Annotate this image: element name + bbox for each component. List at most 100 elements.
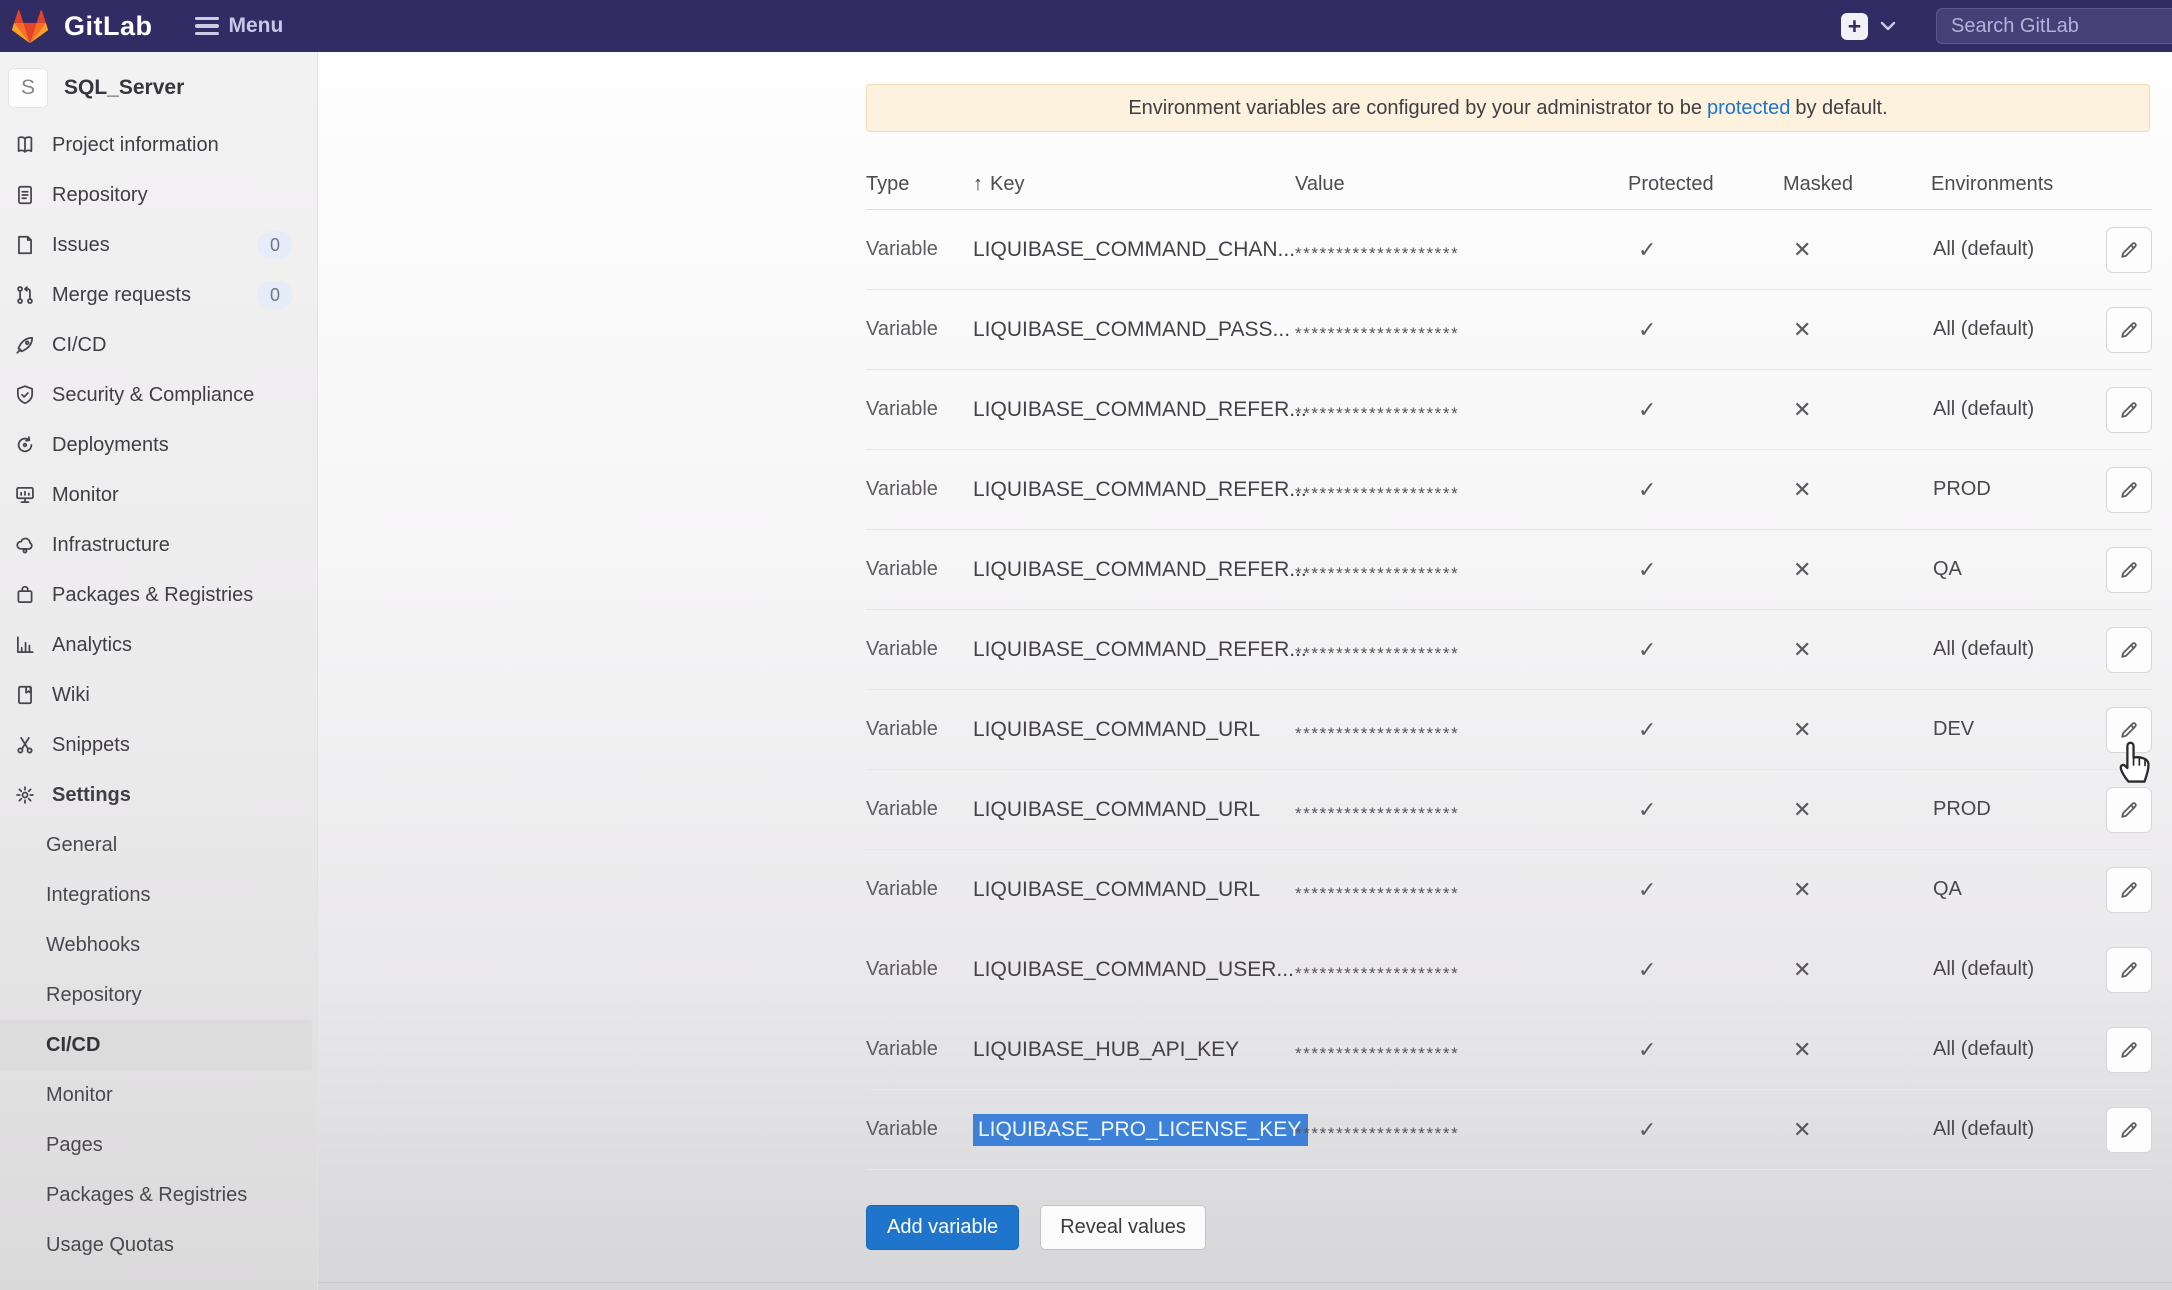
sidebar-item-label: Monitor <box>52 484 119 507</box>
sidebar-item-label: Snippets <box>52 734 130 757</box>
table-row: VariableLIQUIBASE_COMMAND_REFER...******… <box>866 450 2152 530</box>
count-badge: 0 <box>257 231 293 259</box>
masked-cross-icon: ✕ <box>1783 317 1931 343</box>
sidebar-item-snippets[interactable]: Snippets <box>0 720 317 770</box>
variable-key-text: LIQUIBASE_COMMAND_REFER... <box>973 398 1307 421</box>
variable-key-cell: LIQUIBASE_COMMAND_REFER... <box>973 558 1295 582</box>
reveal-values-button[interactable]: Reveal values <box>1040 1205 1206 1250</box>
sort-ascending-icon: ↑ <box>973 173 983 196</box>
edit-cell <box>2088 947 2152 993</box>
table-row: VariableLIQUIBASE_COMMAND_USER...*******… <box>866 930 2152 1010</box>
sidebar-item-monitor[interactable]: Monitor <box>0 470 317 520</box>
table-row: VariableLIQUIBASE_COMMAND_REFER...******… <box>866 370 2152 450</box>
sidebar: S SQL_Server Project information Reposito… <box>0 52 318 1290</box>
environment-scope-cell: All (default) <box>1931 318 2088 341</box>
variable-key-cell: LIQUIBASE_COMMAND_PASS... <box>973 318 1295 342</box>
search-input[interactable] <box>1936 8 2172 44</box>
sidebar-item-label: Repository <box>52 184 148 207</box>
variable-type-cell: Variable <box>866 958 973 981</box>
sidebar-item-label: Wiki <box>52 684 90 707</box>
chevron-down-icon[interactable] <box>1880 21 1896 31</box>
snippets-icon <box>13 733 37 757</box>
variable-key-cell: LIQUIBASE_COMMAND_CHAN... <box>973 238 1295 262</box>
variable-masked-value-cell: ******************** <box>1295 1124 1628 1144</box>
variable-key-text: LIQUIBASE_HUB_API_KEY <box>973 1038 1239 1061</box>
edit-variable-button[interactable] <box>2106 787 2152 833</box>
sidebar-item-repository[interactable]: Repository <box>0 170 317 220</box>
settings-submenu-item-integrations[interactable]: Integrations <box>0 870 317 920</box>
menu-button[interactable]: Menu <box>195 14 284 38</box>
edit-variable-button[interactable] <box>2106 547 2152 593</box>
protected-check-icon: ✓ <box>1628 317 1783 343</box>
edit-variable-button[interactable] <box>2106 387 2152 433</box>
edit-variable-button[interactable] <box>2106 467 2152 513</box>
column-header-key[interactable]: ↑ Key <box>973 173 1295 196</box>
protected-check-icon: ✓ <box>1628 237 1783 263</box>
sidebar-item-packages-registries[interactable]: Packages & Registries <box>0 570 317 620</box>
variable-type-cell: Variable <box>866 798 973 821</box>
environment-scope-cell: All (default) <box>1931 238 2088 261</box>
settings-submenu-item-repository[interactable]: Repository <box>0 970 317 1020</box>
edit-variable-button[interactable] <box>2106 947 2152 993</box>
variable-key-cell: LIQUIBASE_PRO_LICENSE_KEY <box>973 1118 1295 1142</box>
masked-cross-icon: ✕ <box>1783 1117 1931 1143</box>
project-header-link[interactable]: S SQL_Server <box>0 52 317 108</box>
sidebar-item-label: CI/CD <box>52 334 106 357</box>
protected-link[interactable]: protected <box>1707 97 1790 120</box>
edit-cell <box>2088 227 2152 273</box>
table-row: VariableLIQUIBASE_COMMAND_URL***********… <box>866 690 2152 770</box>
settings-submenu-item-ci-cd[interactable]: CI/CD <box>0 1020 312 1070</box>
variable-type-cell: Variable <box>866 398 973 421</box>
edit-variable-button[interactable] <box>2106 1027 2152 1073</box>
sidebar-item-analytics[interactable]: Analytics <box>0 620 317 670</box>
protected-check-icon: ✓ <box>1628 877 1783 903</box>
settings-submenu-item-monitor[interactable]: Monitor <box>0 1070 317 1120</box>
edit-variable-button[interactable] <box>2106 867 2152 913</box>
sidebar-item-infrastructure[interactable]: Infrastructure <box>0 520 317 570</box>
sidebar-item-merge-requests[interactable]: Merge requests0 <box>0 270 317 320</box>
settings-submenu-item-pages[interactable]: Pages <box>0 1120 317 1170</box>
sidebar-item-ci-cd[interactable]: CI/CD <box>0 320 317 370</box>
variable-masked-value-cell: ******************** <box>1295 884 1628 904</box>
settings-submenu-item-packages-registries[interactable]: Packages & Registries <box>0 1170 317 1220</box>
sidebar-item-issues[interactable]: Issues0 <box>0 220 317 270</box>
variable-key-text: LIQUIBASE_COMMAND_REFER... <box>973 558 1307 581</box>
new-item-button[interactable]: + <box>1841 13 1868 40</box>
edit-variable-button[interactable] <box>2106 1107 2152 1153</box>
settings-submenu-item-webhooks[interactable]: Webhooks <box>0 920 317 970</box>
variable-key-text: LIQUIBASE_COMMAND_PASS... <box>973 318 1290 341</box>
settings-submenu-item-general[interactable]: General <box>0 820 317 870</box>
masked-cross-icon: ✕ <box>1783 797 1931 823</box>
sidebar-item-wiki[interactable]: Wiki <box>0 670 317 720</box>
variable-key-text: LIQUIBASE_COMMAND_URL <box>973 718 1260 741</box>
table-row: VariableLIQUIBASE_COMMAND_URL***********… <box>866 850 2152 930</box>
edit-variable-button[interactable] <box>2106 627 2152 673</box>
protected-check-icon: ✓ <box>1628 797 1783 823</box>
sidebar-nav: Project information Repository Issues0Merg… <box>0 120 317 1270</box>
sidebar-item-label: Security & Compliance <box>52 384 254 407</box>
add-variable-button[interactable]: Add variable <box>866 1205 1019 1250</box>
environment-scope-cell: All (default) <box>1931 638 2088 661</box>
sidebar-item-security-compliance[interactable]: Security & Compliance <box>0 370 317 420</box>
column-header-protected[interactable]: Protected <box>1628 173 1783 196</box>
environment-scope-cell: All (default) <box>1931 1038 2088 1061</box>
gitlab-home-link[interactable]: GitLab <box>12 9 153 44</box>
column-header-type[interactable]: Type <box>866 173 973 196</box>
variable-masked-value-cell: ******************** <box>1295 404 1628 424</box>
variable-masked-value-cell: ******************** <box>1295 644 1628 664</box>
column-header-value[interactable]: Value <box>1295 173 1628 196</box>
column-header-masked[interactable]: Masked <box>1783 173 1931 196</box>
masked-cross-icon: ✕ <box>1783 717 1931 743</box>
sidebar-item-settings[interactable]: Settings <box>0 770 317 820</box>
sidebar-item-label: Settings <box>52 784 131 807</box>
sidebar-item-project-information[interactable]: Project information <box>0 120 317 170</box>
edit-variable-button[interactable] <box>2106 307 2152 353</box>
project-avatar: S <box>8 68 48 108</box>
settings-submenu-item-usage-quotas[interactable]: Usage Quotas <box>0 1220 317 1270</box>
sidebar-item-deployments[interactable]: Deployments <box>0 420 317 470</box>
column-header-environments[interactable]: Environments <box>1931 173 2088 196</box>
monitor-icon <box>13 483 37 507</box>
edit-variable-button[interactable] <box>2106 227 2152 273</box>
edit-variable-button[interactable] <box>2106 707 2152 753</box>
variable-type-cell: Variable <box>866 1038 973 1061</box>
